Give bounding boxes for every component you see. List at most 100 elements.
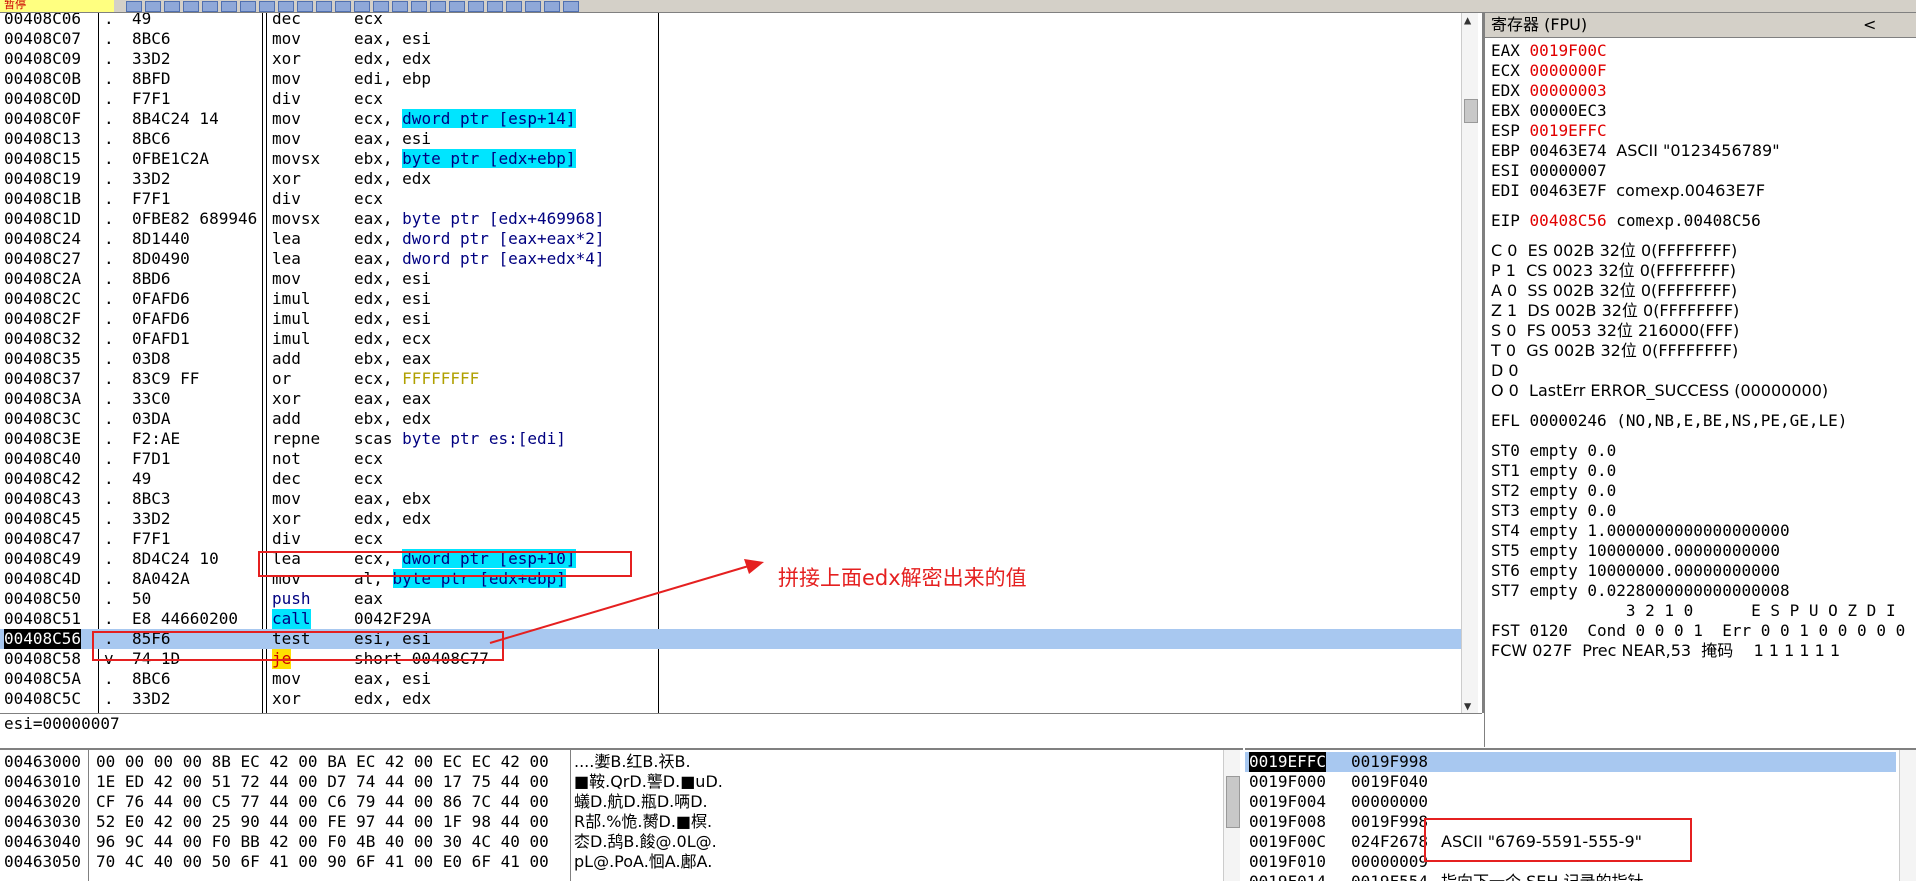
stack-row[interactable]: 0019EFFC 0019F998 [1245,752,1896,772]
stack-row[interactable]: 0019F000 0019F040 [1245,772,1896,792]
register-ecx[interactable]: ECX 0000000F [1491,61,1607,81]
toolbar-button-icon[interactable] [449,1,465,12]
column-divider [570,750,571,881]
toolbar-button-icon[interactable] [563,1,579,12]
fpu-register-row[interactable]: ST6 empty 10000000.00000000000 [1491,561,1780,581]
toolbar-button-icon[interactable] [259,1,275,12]
register-eax[interactable]: EAX 0019F00C [1491,41,1607,61]
flag-row[interactable]: O 0 LastErr ERROR_SUCCESS (00000000) [1491,381,1828,401]
flag-row[interactable]: S 0 FS 0053 32位 216000(FFF) [1491,321,1739,341]
hex-scrollbar[interactable] [1223,750,1240,881]
register-edi[interactable]: EDI 00463E7F comexp.00463E7F [1491,181,1765,201]
hex-address: 00463030 [4,812,82,831]
stack-value: 0019F554 [1351,872,1428,881]
stack-address: 0019F004 [1249,792,1327,811]
flag-row[interactable]: Z 1 DS 002B 32位 0(FFFFFFFF) [1491,301,1739,321]
registers-header[interactable]: 寄存器 (FPU) < [1485,13,1916,38]
toolbar-button-icon[interactable] [145,1,161,12]
fst-row[interactable]: FST 0120 Cond 0 0 0 1 Err 0 0 1 0 0 0 0 … [1491,621,1905,641]
register-value[interactable]: 00000007 [1530,161,1607,180]
disassembly-pane[interactable]: 00408C06. 49 dec ecx 00408C07. 8BC6 mov eax, es… [0,13,1484,713]
register-name: ECX [1491,61,1520,80]
annotation-arrow [489,559,764,644]
toolbar-button-icon[interactable] [392,1,408,12]
hex-ascii: R郆.%恑.膥D.■榠. [574,812,713,831]
register-eip[interactable]: EIP 00408C56 comexp.00408C56 [1491,211,1761,231]
scroll-thumb[interactable] [1464,99,1478,123]
hex-bytes: 70 4C 40 00 50 6F 41 00 90 6F 41 00 E0 6… [96,852,549,871]
fpu-register-row[interactable]: ST1 empty 0.0 [1491,461,1616,481]
fpu-register-row[interactable]: ST3 empty 0.0 [1491,501,1616,521]
flag-row[interactable]: D 0 [1491,361,1519,381]
toolbar-button-icon[interactable] [354,1,370,12]
register-name: EDX [1491,81,1520,100]
register-value[interactable]: 00463E74 [1530,141,1607,160]
register-value[interactable]: 00000EC3 [1530,101,1607,120]
stack-row[interactable]: 0019F014 0019F554 指向下一个 SEH 记录的指针 [1245,872,1896,881]
registers-pane[interactable]: 寄存器 (FPU) < EAX 0019F00C ECX 0000000F EDX … [1484,13,1916,747]
toolbar-button-icon[interactable] [221,1,237,12]
annotation-text: 拼接上面edx解密出来的值 [778,566,1027,590]
flag-row[interactable]: C 0 ES 002B 32位 0(FFFFFFFF) [1491,241,1737,261]
fpu-register-row[interactable]: ST0 empty 0.0 [1491,441,1616,461]
toolbar-button-icon[interactable] [335,1,351,12]
toolbar-button-icon[interactable] [164,1,180,12]
fpu-register-row[interactable]: ST7 empty 0.0228000000000000008 [1491,581,1790,601]
fpu-register-row[interactable]: ST5 empty 10000000.00000000000 [1491,541,1780,561]
scroll-down-icon[interactable]: ▼ [1464,699,1471,713]
toolbar-button-icon[interactable] [430,1,446,12]
stack-value: 00000000 [1351,792,1429,811]
toolbar-button-icon[interactable] [468,1,484,12]
stack-value: 024F2678 [1351,832,1429,851]
register-edx[interactable]: EDX 00000003 [1491,81,1607,101]
flag-row[interactable]: T 0 GS 002B 32位 0(FFFFFFFF) [1491,341,1738,361]
register-esp[interactable]: ESP 0019EFFC [1491,121,1607,141]
stack-pane[interactable]: 0019EFFC 0019F998 0019F000 0019F040 0019F004… [1245,748,1916,881]
register-ebp[interactable]: EBP 00463E74 ASCII "0123456789" [1491,141,1780,161]
register-name: EBP [1491,141,1520,160]
toolbar-button-icon[interactable] [316,1,332,12]
toolbar-button-icon[interactable] [544,1,560,12]
stack-scrollbar[interactable] [1899,750,1916,881]
register-value[interactable]: 00463E7F [1530,181,1607,200]
flag-row[interactable]: A 0 SS 002B 32位 0(FFFFFFFF) [1491,281,1737,301]
register-value[interactable]: 0019EFFC [1530,121,1607,140]
toolbar-button-icon[interactable] [183,1,199,12]
toolbar-button-icon[interactable] [278,1,294,12]
register-ebx[interactable]: EBX 00000EC3 [1491,101,1607,121]
toolbar-button-icon[interactable] [126,1,142,12]
toolbar-button-icon[interactable] [487,1,503,12]
toolbar-button-icon[interactable] [202,1,218,12]
register-value[interactable]: 00408C56 [1530,211,1607,230]
fpu-bits-header: 3 2 1 0 E S P U O Z D I [1491,601,1896,620]
toolbar-button-icon[interactable] [525,1,541,12]
register-value[interactable]: 0000000F [1530,61,1607,80]
register-value[interactable]: 0019F00C [1530,41,1607,60]
register-esi[interactable]: ESI 00000007 [1491,161,1607,181]
scroll-up-icon[interactable]: ▲ [1464,13,1471,27]
toolbar-button-icon[interactable] [297,1,313,12]
fpu-register-row[interactable]: ST4 empty 1.0000000000000000000 [1491,521,1790,541]
fpu-register-row[interactable]: ST2 empty 0.0 [1491,481,1616,501]
register-value[interactable]: 00000003 [1530,81,1607,100]
status-label: 暂停 [0,0,114,12]
stack-value: 0019F040 [1351,772,1429,791]
toolbar-button-icon[interactable] [506,1,522,12]
hex-bytes: 1E ED 42 00 51 72 44 00 D7 74 44 00 17 7… [96,772,549,791]
hex-dump-pane[interactable]: 00463000 00 00 00 00 8B EC 42 00 BA EC 42… [0,748,1243,881]
scroll-thumb[interactable] [1226,776,1240,828]
hex-ascii: 蟻D.航D.瓶D.唡D. [574,792,708,811]
register-name: ESI [1491,161,1520,180]
collapse-icon[interactable]: < [1863,13,1876,37]
flag-row[interactable]: P 1 CS 0023 32位 0(FFFFFFFF) [1491,261,1736,281]
disassembly-scrollbar[interactable]: ▲ ▼ [1461,13,1478,713]
fcw-row[interactable]: FCW 027F Prec NEAR,53 掩码 1 1 1 1 1 1 [1491,641,1840,661]
toolbar-button-icon[interactable] [373,1,389,12]
toolbar-button-icon[interactable] [240,1,256,12]
stack-address: 0019EFFC [1249,752,1327,772]
efl-row[interactable]: EFL 00000246 (NO,NB,E,BE,NS,PE,GE,LE) [1491,411,1847,431]
toolbar-button-icon[interactable] [411,1,427,12]
hex-bytes: CF 76 44 00 C5 77 44 00 C6 79 44 00 86 7… [96,792,549,811]
stack-row[interactable]: 0019F004 00000000 [1245,792,1896,812]
stack-value: 0019F998 [1351,812,1429,831]
